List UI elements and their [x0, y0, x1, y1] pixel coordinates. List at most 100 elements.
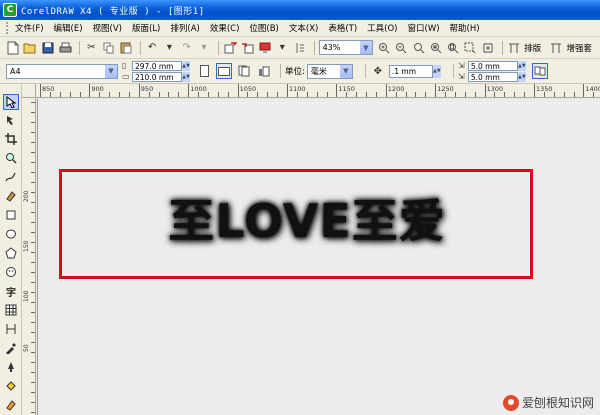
toolbar-separator [79, 40, 81, 55]
vertical-ruler[interactable]: 200 150 100 50 [22, 98, 36, 415]
open-folder-icon[interactable] [23, 40, 37, 56]
chevron-down-icon[interactable]: ▼ [359, 41, 372, 54]
enhance-icon[interactable] [549, 40, 563, 56]
welcome-screen-icon[interactable] [292, 40, 306, 56]
smart-fill-tool-icon[interactable] [3, 188, 19, 204]
ruler-minor-tick [158, 92, 160, 97]
spinner-icon[interactable]: ▲▼ [517, 60, 526, 71]
zoom-selected-icon[interactable] [411, 40, 425, 56]
redo-dropdown-icon[interactable]: ▾ [197, 40, 211, 56]
fill-tool-icon[interactable] [3, 378, 19, 394]
landscape-orientation-icon[interactable] [216, 63, 232, 79]
duplicate-distance: ⇲ 5.0 mm ▲▼ ⇲ 5.0 mm ▲▼ [458, 60, 526, 82]
menu-effects[interactable]: 效果(C) [210, 22, 240, 34]
menu-tools[interactable]: 工具(O) [367, 22, 397, 34]
zoom-page-icon[interactable] [446, 40, 460, 56]
redo-icon[interactable]: ↷ [180, 40, 194, 56]
page-height-field[interactable]: 210.0 mm [132, 71, 182, 82]
ruler-minor-tick [267, 92, 269, 97]
page-width-field[interactable]: 297.0 mm [132, 60, 182, 71]
ruler-origin[interactable] [22, 84, 36, 98]
spinner-icon[interactable]: ▲▼ [182, 71, 190, 82]
menu-text[interactable]: 文本(X) [289, 22, 318, 34]
paper-size-combo[interactable]: A4 ▼ [6, 63, 118, 79]
menu-help[interactable]: 帮助(H) [450, 22, 480, 34]
spinner-icon[interactable]: ▲▼ [517, 71, 526, 82]
crop-tool-icon[interactable] [3, 131, 19, 147]
ruler-minor-tick [31, 162, 35, 163]
undo-dropdown-icon[interactable]: ▾ [162, 40, 176, 56]
chevron-down-icon[interactable]: ▼ [339, 64, 352, 78]
launcher-dropdown-icon[interactable]: ▾ [275, 40, 289, 56]
ruler-minor-tick [31, 392, 35, 393]
ruler-label: 200 [23, 190, 30, 202]
shape-tool-icon[interactable] [3, 112, 19, 128]
ruler-minor-tick [31, 412, 35, 413]
paste-icon[interactable] [119, 40, 133, 56]
artistic-text[interactable]: 至LOVE至爱 [105, 183, 509, 253]
pick-tool-icon[interactable] [3, 94, 19, 110]
duplicate-x-field[interactable]: 5.0 mm [467, 60, 518, 71]
table-tool-icon[interactable] [3, 302, 19, 318]
zoom-all-objects-icon[interactable] [429, 40, 443, 56]
zoom-out-icon[interactable] [394, 40, 408, 56]
ellipse-tool-icon[interactable] [3, 226, 19, 242]
ruler-minor-tick [31, 372, 35, 373]
freehand-tool-icon[interactable] [3, 169, 19, 185]
menu-window[interactable]: 窗口(W) [408, 22, 440, 34]
menu-edit[interactable]: 编辑(E) [54, 22, 83, 34]
menu-view[interactable]: 视图(V) [93, 22, 122, 34]
layout-icon[interactable] [507, 40, 521, 56]
rectangle-tool-icon[interactable] [3, 207, 19, 223]
save-icon[interactable] [41, 40, 55, 56]
width-icon: ▯ [122, 61, 127, 70]
application-launcher-icon[interactable] [258, 40, 272, 56]
spinner-icon[interactable]: ▲▼ [432, 64, 441, 78]
basic-shapes-tool-icon[interactable] [3, 264, 19, 280]
spinner-icon[interactable]: ▲▼ [182, 60, 190, 71]
zoom-level-combo[interactable]: 43% ▼ [318, 40, 373, 55]
new-document-icon[interactable] [6, 40, 20, 56]
ruler-minor-tick [474, 92, 476, 97]
zoom-tool-icon[interactable] [3, 150, 19, 166]
chevron-down-icon[interactable]: ▼ [105, 64, 117, 78]
export-icon[interactable] [240, 40, 254, 56]
nudge-distance-field[interactable]: .1 mm [388, 64, 433, 78]
ruler-tick [89, 84, 91, 97]
zoom-in-icon[interactable] [377, 40, 391, 56]
ruler-minor-tick [31, 282, 35, 283]
undo-icon[interactable]: ↶ [145, 40, 159, 56]
page-options-icon[interactable] [531, 63, 548, 79]
ruler-minor-tick [79, 92, 81, 97]
toolbar-grip-icon[interactable] [6, 22, 9, 34]
current-page-icon[interactable] [256, 63, 272, 79]
eyedropper-tool-icon[interactable] [3, 340, 19, 356]
pan-icon[interactable] [481, 40, 495, 56]
layout-button-label[interactable]: 排版 [524, 42, 541, 54]
import-icon[interactable] [223, 40, 237, 56]
drawing-canvas[interactable]: 至LOVE至爱 [37, 99, 600, 415]
polygon-tool-icon[interactable] [3, 245, 19, 261]
zoom-page-width-icon[interactable] [463, 40, 477, 56]
units-combo[interactable]: 毫米 ▼ [306, 63, 353, 79]
copy-icon[interactable] [101, 40, 115, 56]
menu-file[interactable]: 文件(F) [15, 22, 44, 34]
dimension-tool-icon[interactable] [3, 321, 19, 337]
menu-table[interactable]: 表格(T) [328, 22, 357, 34]
horizontal-ruler[interactable]: 850 900 950 1000 1050 1100 1150 1200 1250 1300 135… [36, 84, 600, 98]
text-tool-icon[interactable]: 字 [3, 283, 19, 299]
menu-bitmaps[interactable]: 位图(B) [249, 22, 278, 34]
print-icon[interactable] [58, 40, 72, 56]
ruler-minor-tick [504, 92, 506, 97]
interactive-fill-tool-icon[interactable] [3, 397, 19, 413]
outline-tool-icon[interactable] [3, 359, 19, 375]
ruler-minor-tick [543, 92, 545, 97]
enhance-button-label[interactable]: 增强套 [566, 42, 592, 54]
menu-arrange[interactable]: 排列(A) [170, 22, 199, 34]
cut-icon[interactable]: ✂ [84, 40, 98, 56]
duplicate-y-field[interactable]: 5.0 mm [467, 71, 518, 82]
portrait-orientation-icon[interactable] [196, 63, 212, 79]
ruler-minor-tick [31, 262, 35, 263]
all-pages-icon[interactable] [236, 63, 252, 79]
menu-layout[interactable]: 版面(L) [132, 22, 160, 34]
